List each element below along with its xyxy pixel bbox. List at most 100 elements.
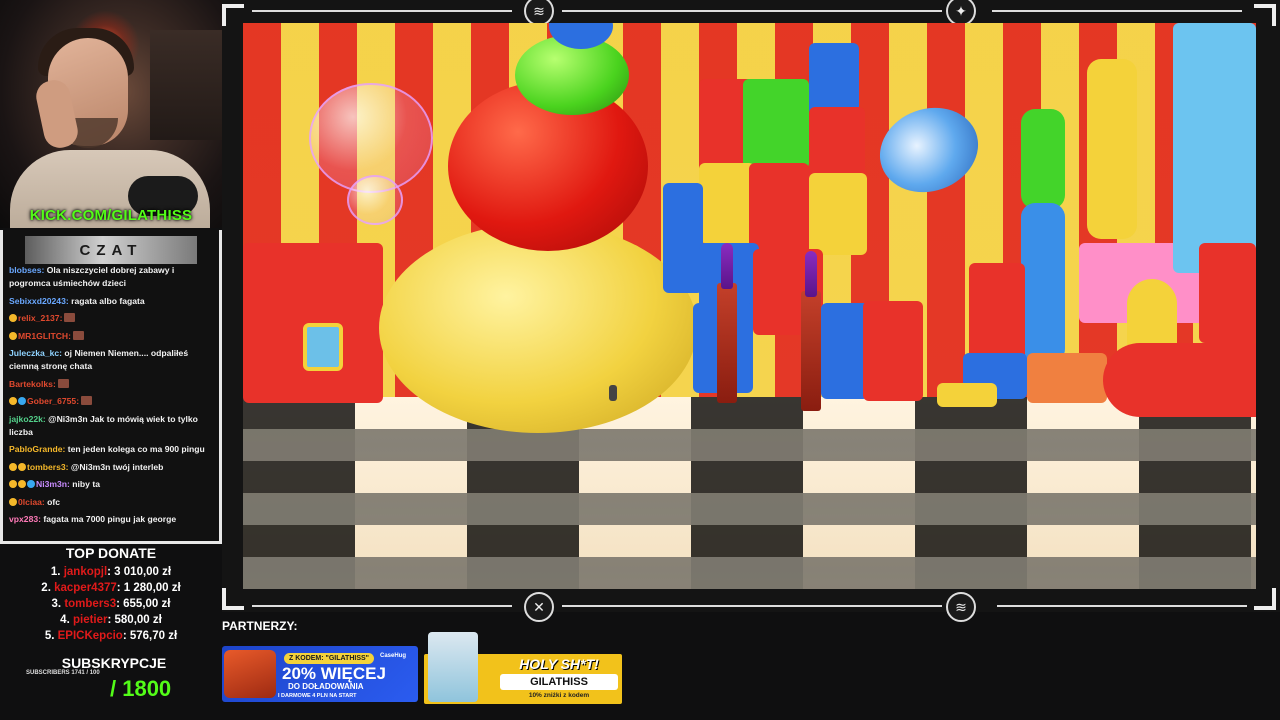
- user-badge-icon: [18, 480, 26, 488]
- chat-username[interactable]: vpx283:: [9, 514, 41, 524]
- frame-corner: [1254, 4, 1276, 26]
- donate-amount: : 580,00 zł: [107, 614, 162, 626]
- holy-banner[interactable]: HOLY SH*T! GILATHISS 10% zniżki z kodem: [424, 632, 622, 704]
- plant-stand: [801, 291, 821, 411]
- toy-block: [743, 79, 809, 169]
- chest-icon: [224, 650, 276, 698]
- player-character: [609, 385, 617, 401]
- donate-rank: 5.: [44, 630, 58, 642]
- blue-wall-block: [1173, 23, 1256, 273]
- chat-message-text: ten jeden kolega co ma 900 pingu: [65, 444, 205, 454]
- toy-block: [1027, 353, 1107, 403]
- plant-vase: [805, 251, 817, 297]
- user-badge-icon: [18, 397, 26, 405]
- toy-block: [699, 163, 755, 243]
- casehug-code: Z KODEM: "GILATHISS": [284, 653, 374, 664]
- chat-panel: CZAT blobses: Ola niszczyciel dobrej zab…: [0, 230, 222, 544]
- user-badge-icon: [27, 480, 35, 488]
- chat-message: tombers3: @Ni3m3n twój interleb: [9, 461, 213, 474]
- toy-block: [821, 303, 869, 399]
- chat-username[interactable]: tombers3:: [27, 462, 69, 472]
- user-badge-icon: [9, 497, 17, 506]
- frame-corner: [222, 588, 244, 610]
- chat-message-text: niby ta: [69, 479, 100, 489]
- chat-message: jajko22k: @Ni3m3n Jak to mówią wiek to t…: [9, 413, 213, 439]
- chat-message: PabloGrande: ten jeden kolega co ma 900 …: [9, 443, 213, 456]
- donor-name: EPICKepcio: [57, 630, 123, 642]
- background-shelf: [150, 30, 222, 140]
- webcam-feed: [0, 0, 222, 228]
- game-frame: ≋ ✦ ✕ ≋: [222, 0, 1280, 622]
- frame-corner: [1254, 588, 1276, 610]
- checkered-floor-rows: [243, 396, 1256, 589]
- chat-username[interactable]: jajko22k:: [9, 414, 46, 424]
- chat-message-text: @Ni3m3n twój interleb: [68, 461, 164, 472]
- plant-stand: [717, 283, 737, 403]
- donate-row: 3. tombers3: 655,00 zł: [0, 596, 222, 612]
- user-badge-icon: [18, 462, 26, 471]
- chat-username[interactable]: 0lciaa:: [18, 497, 45, 507]
- chat-username[interactable]: Gober_6755:: [27, 396, 79, 406]
- chat-emote-icon: [64, 313, 76, 322]
- chat-message: vpx283: fagata ma 7000 pingu jak george: [9, 513, 213, 526]
- casehug-banner[interactable]: Z KODEM: "GILATHISS" CaseHug 20% WIĘCEJ …: [222, 646, 418, 702]
- blue-pillar: [1021, 203, 1065, 363]
- donor-name: kacper4377: [54, 582, 117, 594]
- donate-row: 2. kacper4377: 1 280,00 zł: [0, 580, 222, 596]
- chat-emote-icon: [57, 378, 69, 388]
- donate-amount: : 1 280,00 zł: [116, 582, 181, 594]
- frame-line: [252, 605, 512, 607]
- chat-message: Sebixxd20243: ragata albo fagata: [9, 295, 213, 308]
- donate-amount: : 576,70 zł: [122, 630, 178, 642]
- chat-message: Juleczka_kc: oj Niemen Niemen.... odpali…: [9, 347, 213, 373]
- user-badge-icon: [9, 331, 17, 340]
- donate-rank: 3.: [51, 598, 65, 610]
- donate-list: 1. jankopjl: 3 010,00 zł 2. kacper4377: 1…: [0, 564, 222, 644]
- donate-row: 5. EPICKepcio: 576,70 zł: [0, 628, 222, 644]
- donate-rank: 2.: [41, 582, 55, 594]
- chat-message: MR1GLITCH:: [9, 330, 213, 343]
- yellow-sphere: [379, 223, 697, 433]
- user-badge-icon: [9, 480, 17, 488]
- plant-vase: [721, 243, 733, 289]
- chat-username[interactable]: Ni3m3n:: [36, 479, 70, 489]
- subs-title: SUBSKRYPCJE: [61, 655, 167, 671]
- user-badge-icon: [9, 314, 17, 322]
- chat-username[interactable]: Juleczka_kc:: [9, 348, 62, 358]
- chat-username[interactable]: relix_2137:: [18, 313, 62, 323]
- chat-username[interactable]: PabloGrande:: [9, 444, 65, 454]
- frame-line: [252, 10, 512, 12]
- chat-emote-icon: [81, 396, 93, 405]
- frame-line: [992, 10, 1242, 12]
- circle-pattern-icon: ✕: [524, 592, 554, 622]
- green-pillar: [1021, 109, 1065, 209]
- donate-amount: : 655,00 zł: [116, 598, 171, 610]
- chat-message-text: fagata ma 7000 pingu jak george: [41, 514, 177, 524]
- chat-message: 0lciaa: ofc: [9, 496, 213, 509]
- chat-emote-icon: [73, 330, 84, 340]
- chat-username[interactable]: MR1GLITCH:: [18, 331, 71, 341]
- holy-discount: 10% zniżki z kodem: [528, 692, 590, 699]
- top-donate-panel: TOP DONATE 1. jankopjl: 3 010,00 zł 2. ka…: [0, 545, 222, 644]
- red-cylinder: [1103, 343, 1256, 417]
- chat-username[interactable]: Bartekolks:: [9, 379, 56, 389]
- chat-message: Bartekolks:: [9, 378, 213, 391]
- toy-block: [863, 301, 923, 401]
- chat-message: Gober_6755:: [9, 395, 213, 408]
- chat-header: CZAT: [25, 236, 197, 264]
- chat-message-list[interactable]: blobses: Ola niszczyciel dobrej zabawy i…: [3, 264, 219, 526]
- yellow-pillar: [1087, 59, 1137, 239]
- brand-logo-icon: ≋: [946, 592, 976, 622]
- user-badge-icon: [9, 397, 17, 405]
- toy-block: [1199, 243, 1256, 343]
- donate-rank: 1.: [50, 566, 64, 578]
- donor-name: jankopjl: [63, 566, 108, 578]
- casehug-subline: DO DOŁADOWANIA: [288, 682, 364, 691]
- wall-picture: [303, 323, 343, 371]
- game-viewport[interactable]: [243, 23, 1256, 589]
- chat-username[interactable]: blobses:: [9, 265, 44, 275]
- holy-code: GILATHISS: [500, 674, 618, 690]
- toy-block: [969, 263, 1025, 363]
- chat-username[interactable]: Sebixxd20243:: [9, 296, 69, 306]
- user-badge-icon: [9, 462, 17, 471]
